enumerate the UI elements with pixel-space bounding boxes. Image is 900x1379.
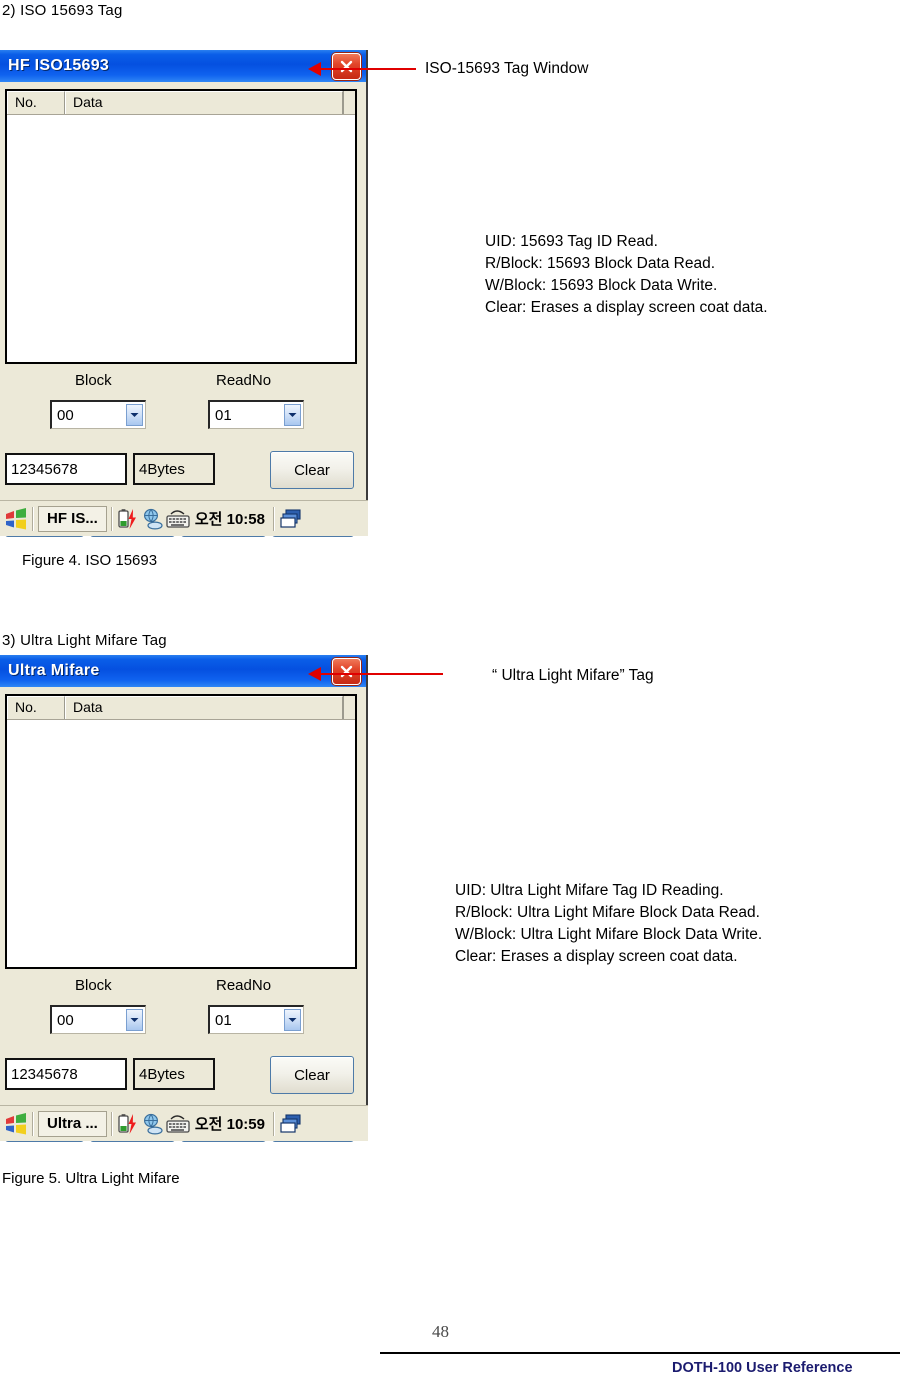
- block-label: Block: [75, 372, 112, 389]
- data-input-value: 12345678: [11, 1066, 78, 1083]
- description-line: W/Block: Ultra Light Mifare Block Data W…: [455, 926, 763, 943]
- description-line: R/Block: Ultra Light Mifare Block Data R…: [455, 904, 760, 921]
- chevron-down-icon[interactable]: [126, 1009, 143, 1031]
- window-title: HF ISO15693: [8, 57, 110, 74]
- chevron-down-icon[interactable]: [284, 404, 301, 426]
- data-input-value: 12345678: [11, 461, 78, 478]
- description-line: R/Block: 15693 Block Data Read.: [485, 255, 716, 272]
- ultra-mifare-window: Ultra Mifare No. Data Block ReadNo 00 01…: [0, 655, 368, 1142]
- tag-data-list[interactable]: No. Data: [5, 694, 357, 969]
- taskbar: HF IS... 오전 10:58: [0, 500, 368, 536]
- bytes-field-value: 4Bytes: [139, 1066, 185, 1083]
- network-connection-icon[interactable]: [141, 508, 165, 530]
- switch-window-icon[interactable]: [279, 1113, 303, 1135]
- data-input[interactable]: 12345678: [5, 453, 127, 485]
- callout-label-ultralight: “ Ultra Light Mifare” Tag: [492, 667, 654, 684]
- readno-combo-value: 01: [215, 1011, 232, 1029]
- taskbar-divider: [110, 506, 113, 531]
- tag-data-list[interactable]: No. Data: [5, 89, 357, 364]
- readno-label: ReadNo: [216, 977, 272, 994]
- list-scrollbar[interactable]: [343, 91, 355, 114]
- figure-4-caption: Figure 4. ISO 15693: [22, 552, 158, 569]
- keyboard-icon[interactable]: [165, 1113, 191, 1135]
- switch-window-icon[interactable]: [279, 508, 303, 530]
- taskbar-divider: [32, 1111, 34, 1136]
- description-line: Clear: Erases a display screen coat data…: [485, 299, 768, 316]
- block-combo[interactable]: 00: [50, 1005, 146, 1034]
- page-number: 48: [432, 1322, 449, 1341]
- footer-divider: [380, 1352, 900, 1354]
- description-line: W/Block: 15693 Block Data Write.: [485, 277, 718, 294]
- readno-combo-value: 01: [215, 406, 232, 424]
- taskbar-task-button[interactable]: HF IS...: [38, 505, 107, 532]
- windows-start-icon[interactable]: [4, 507, 28, 530]
- section-heading-iso15693: 2) ISO 15693 Tag: [2, 2, 123, 19]
- list-column-data[interactable]: Data: [65, 91, 343, 114]
- taskbar-task-button[interactable]: Ultra ...: [38, 1110, 107, 1137]
- footer-label: DOTH-100 User Reference: [672, 1360, 853, 1376]
- chevron-down-icon[interactable]: [284, 1009, 301, 1031]
- list-column-data[interactable]: Data: [65, 696, 343, 719]
- close-icon[interactable]: [332, 53, 361, 80]
- window-title: Ultra Mifare: [8, 662, 100, 679]
- figure-5-caption: Figure 5. Ultra Light Mifare: [2, 1170, 180, 1187]
- clear-button[interactable]: Clear: [270, 1056, 354, 1094]
- battery-charging-icon[interactable]: [117, 508, 141, 530]
- bytes-field: 4Bytes: [133, 453, 215, 485]
- list-column-no[interactable]: No.: [7, 91, 65, 114]
- taskbar-clock: 오전 10:58: [194, 511, 265, 528]
- callout-arrowhead: [308, 62, 321, 76]
- callout-label-iso15693: ISO-15693 Tag Window: [425, 60, 589, 77]
- block-combo-value: 00: [57, 1011, 74, 1029]
- iso15693-window: HF ISO15693 No. Data Block ReadNo 00 01 …: [0, 50, 368, 537]
- readno-combo[interactable]: 01: [208, 400, 304, 429]
- taskbar: Ultra ... 오전 10:59: [0, 1105, 368, 1141]
- list-header: No. Data: [7, 91, 355, 115]
- taskbar-divider: [32, 506, 34, 531]
- chevron-down-icon[interactable]: [126, 404, 143, 426]
- bytes-field: 4Bytes: [133, 1058, 215, 1090]
- list-scrollbar[interactable]: [343, 696, 355, 719]
- data-input[interactable]: 12345678: [5, 1058, 127, 1090]
- list-column-no[interactable]: No.: [7, 696, 65, 719]
- windows-start-icon[interactable]: [4, 1112, 28, 1135]
- description-line: UID: Ultra Light Mifare Tag ID Reading.: [455, 882, 724, 899]
- list-header: No. Data: [7, 696, 355, 720]
- block-combo-value: 00: [57, 406, 74, 424]
- battery-charging-icon[interactable]: [117, 1113, 141, 1135]
- block-label: Block: [75, 977, 112, 994]
- taskbar-divider: [110, 1111, 113, 1136]
- iso15693-description: UID: 15693 Tag ID Read. R/Block: 15693 B…: [485, 231, 768, 319]
- ultra-mifare-description: UID: Ultra Light Mifare Tag ID Reading. …: [455, 880, 762, 968]
- network-connection-icon[interactable]: [141, 1113, 165, 1135]
- readno-label: ReadNo: [216, 372, 272, 389]
- block-combo[interactable]: 00: [50, 400, 146, 429]
- callout-arrow-line: [321, 68, 416, 70]
- taskbar-divider: [273, 1111, 275, 1136]
- taskbar-divider: [272, 506, 275, 531]
- bytes-field-value: 4Bytes: [139, 461, 185, 478]
- readno-combo[interactable]: 01: [208, 1005, 304, 1034]
- callout-arrow-line: [321, 673, 443, 675]
- callout-arrowhead: [308, 667, 321, 681]
- taskbar-clock: 오전 10:59: [194, 1116, 265, 1133]
- keyboard-icon[interactable]: [165, 508, 191, 530]
- description-line: UID: 15693 Tag ID Read.: [485, 233, 658, 250]
- clear-button[interactable]: Clear: [270, 451, 354, 489]
- section-heading-ultralight: 3) Ultra Light Mifare Tag: [2, 632, 167, 649]
- description-line: Clear: Erases a display screen coat data…: [455, 948, 738, 965]
- close-icon[interactable]: [332, 658, 361, 685]
